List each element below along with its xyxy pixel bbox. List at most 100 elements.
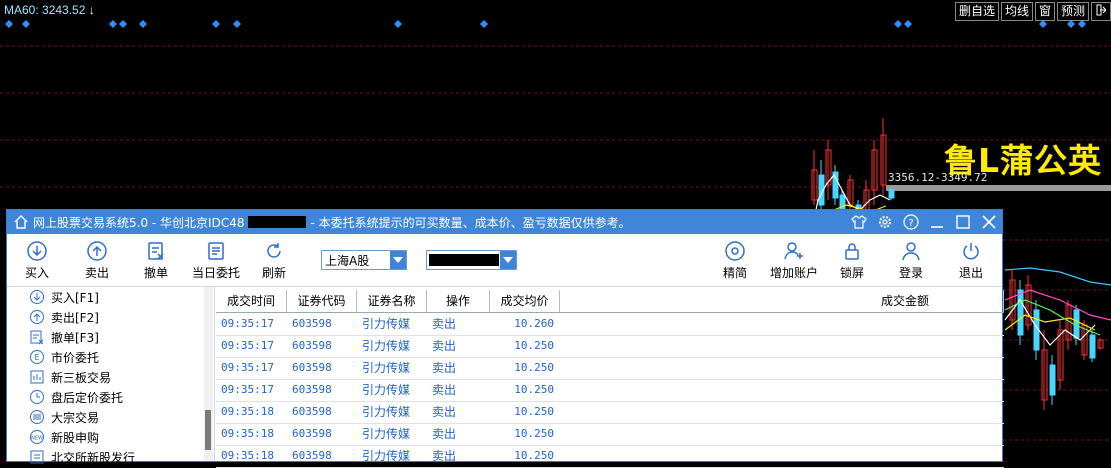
menu-item-neeq[interactable]: 新三板交易	[29, 367, 111, 387]
power-icon	[963, 243, 979, 260]
menu-item-label: 买入[F1]	[51, 290, 99, 305]
menu-item-label: 大宗交易	[51, 410, 100, 425]
table-row[interactable]: 09:35:18 603598 引力传媒 卖出 10.250	[216, 401, 1004, 424]
add-account-icon	[784, 242, 803, 260]
cell-code: 603598	[292, 449, 332, 462]
cell-price: 10.250	[514, 339, 554, 352]
event-marker	[1078, 20, 1086, 28]
menu-item-block-trade[interactable]: 大宗交易	[29, 407, 99, 427]
menu-item-after-hours[interactable]: 盘后定价委托	[29, 387, 123, 407]
add-account-button[interactable]: 增加账户	[770, 240, 818, 281]
cell-name: 引力传媒	[362, 405, 411, 419]
login-label: 登录	[899, 266, 924, 280]
simplify-button[interactable]: 精简	[723, 240, 747, 281]
event-marker	[22, 20, 30, 28]
event-marker	[394, 20, 402, 28]
login-button[interactable]: 登录	[899, 240, 923, 281]
account-select[interactable]	[426, 250, 517, 270]
column-header[interactable]: 证券代码	[287, 290, 357, 312]
cell-amount	[560, 335, 1004, 357]
cancel-order-icon	[148, 242, 164, 260]
column-header[interactable]: 成交均价	[490, 290, 560, 312]
table-row[interactable]: 09:35:18 603598 引力传媒 卖出 10.250	[216, 423, 1004, 446]
cancel-order-label: 撤单	[144, 266, 169, 280]
buy-icon	[27, 241, 47, 261]
cell-time: 09:35:18	[221, 427, 274, 440]
neeq-icon	[29, 369, 45, 385]
cell-amount	[560, 423, 1004, 445]
chevron-down-icon[interactable]	[500, 251, 516, 269]
trading-window: 网上股票交易系统5.0 - 华创北京IDC48 - 本委托系统提示的可买数量、成…	[6, 209, 1004, 468]
chart-toolbar: 删自选 均线 窗 预测	[954, 2, 1111, 21]
column-header[interactable]: 操作	[427, 290, 490, 312]
table-row[interactable]: 09:35:17 603598 引力传媒 卖出 10.250	[216, 379, 1004, 402]
table-row[interactable]: 09:35:17 603598 引力传媒 卖出 10.250	[216, 335, 1004, 358]
menu-item-bse-ipo[interactable]: 北交所新股发行	[29, 447, 135, 467]
ma-button[interactable]: 均线	[1000, 2, 1033, 21]
help-icon[interactable]: ?	[902, 213, 920, 231]
svg-text:E: E	[34, 353, 39, 362]
close-icon[interactable]	[980, 213, 998, 231]
block-trade-icon	[29, 409, 45, 425]
remove-favorite-button[interactable]: 删自选	[954, 2, 999, 21]
exit-button[interactable]: 退出	[959, 240, 983, 281]
sell-icon	[29, 309, 45, 325]
svg-text:NEW: NEW	[31, 436, 43, 442]
refresh-label: 刷新	[262, 266, 287, 280]
market-select[interactable]: 上海A股	[321, 250, 407, 270]
masked-account	[429, 254, 499, 266]
title-bar[interactable]: 网上股票交易系统5.0 - 华创北京IDC48 - 本委托系统提示的可买数量、成…	[7, 210, 1002, 234]
column-header[interactable]: 成交时间	[216, 290, 287, 312]
menu-item-cancel[interactable]: 撤单[F3]	[29, 327, 99, 347]
cell-price: 10.250	[514, 449, 554, 462]
lock-screen-label: 锁屏	[840, 266, 865, 280]
refresh-button[interactable]: 刷新	[262, 240, 286, 281]
event-marker	[212, 20, 220, 28]
down-arrow-icon: ↓	[88, 3, 95, 17]
cell-action: 卖出	[432, 383, 457, 397]
buy-button[interactable]: 买入	[25, 240, 49, 281]
cell-name: 引力传媒	[362, 317, 411, 331]
column-header[interactable]: 成交金额	[560, 290, 1004, 312]
minimize-icon[interactable]	[928, 213, 946, 231]
menu-item-sell[interactable]: 卖出[F2]	[29, 307, 99, 327]
cell-price: 10.250	[514, 383, 554, 396]
table-row[interactable]: 09:35:18 603598 引力传媒 卖出 10.250	[216, 445, 1004, 468]
event-marker	[894, 20, 902, 28]
ma60-value: MA60: 3243.52	[4, 3, 86, 17]
candle-body	[1089, 334, 1096, 359]
menu-item-label: 新股申购	[51, 430, 100, 445]
lock-icon	[845, 243, 859, 260]
cell-code: 603598	[292, 383, 332, 396]
menu-item-buy[interactable]: 买入[F1]	[29, 287, 99, 307]
column-header[interactable]: 证券名称	[357, 290, 427, 312]
table-row[interactable]: 09:35:17 603598 引力传媒 卖出 10.250	[216, 357, 1004, 380]
gear-icon[interactable]	[876, 213, 894, 231]
maximize-icon[interactable]	[954, 213, 972, 231]
menu-item-market-order[interactable]: E 市价委托	[29, 347, 99, 367]
forecast-button[interactable]: 预测	[1056, 2, 1089, 21]
exit-arrow-icon[interactable]	[1091, 2, 1111, 21]
chevron-down-icon[interactable]	[390, 251, 406, 269]
cell-code: 603598	[292, 361, 332, 374]
today-orders-label: 当日委托	[192, 266, 241, 280]
cell-action: 卖出	[432, 339, 457, 353]
market-select-value: 上海A股	[325, 253, 370, 268]
cancel-order-button[interactable]: 撤单	[144, 240, 168, 281]
table-row[interactable]: 09:35:17 603598 引力传媒 卖出 10.260	[216, 313, 1004, 336]
cell-amount	[560, 313, 1004, 335]
sell-button[interactable]: 卖出	[85, 240, 109, 281]
lock-screen-button[interactable]: 锁屏	[840, 240, 864, 281]
cell-amount	[560, 401, 1004, 423]
menu-item-ipo[interactable]: NEW 新股申购	[29, 427, 99, 447]
cell-amount	[560, 445, 1004, 467]
simplify-icon	[725, 241, 745, 261]
today-orders-button[interactable]: 当日委托	[192, 240, 240, 281]
home-icon[interactable]	[13, 214, 29, 230]
window-button[interactable]: 窗	[1034, 2, 1055, 21]
shirt-icon[interactable]	[850, 213, 868, 231]
menu-scrollbar-thumb[interactable]	[205, 410, 211, 450]
main-toolbar: 买入 卖出 撤单 当日委托 刷新 上海A股 精简 增加账户 锁屏 登录 退出	[7, 234, 1002, 287]
function-menu: 买入[F1] 卖出[F2] 撤单[F3] E 市价委托 新三板交易 盘后定价委托…	[7, 287, 215, 465]
bse-ipo-icon	[29, 449, 45, 465]
